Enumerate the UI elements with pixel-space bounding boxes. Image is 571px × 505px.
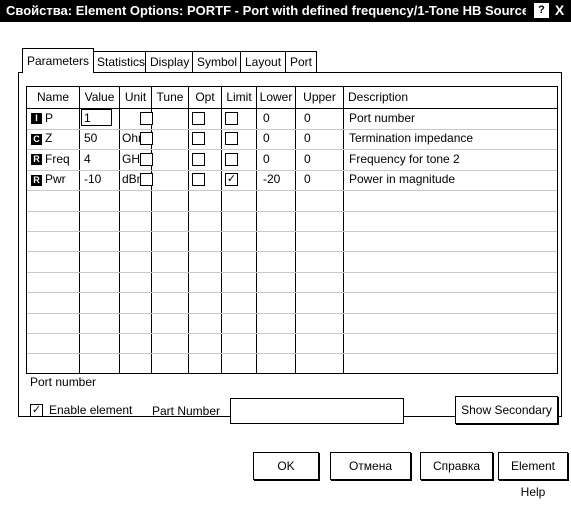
col-limit[interactable]: Limit (222, 87, 257, 108)
param-name-cell[interactable]: R Pwr (31, 169, 79, 190)
col-upper[interactable]: Upper (296, 87, 344, 108)
empty-row (27, 190, 557, 212)
table-row[interactable]: C Z 50 Ohm 0 0 Termination impedance (27, 128, 557, 151)
tab-statistics[interactable]: Statistics (92, 51, 151, 72)
param-name: Pwr (45, 172, 66, 187)
param-opt-checkbox[interactable] (192, 112, 205, 125)
param-upper[interactable]: 0 (304, 169, 343, 190)
enable-element-label: Enable element (49, 403, 133, 417)
param-limit-checkbox[interactable] (225, 112, 238, 125)
element-options-dialog: Свойства: Element Options: PORTF - Port … (0, 0, 571, 499)
param-upper[interactable]: 0 (304, 149, 343, 170)
param-lower[interactable]: 0 (263, 128, 295, 149)
tab-symbol[interactable]: Symbol (192, 51, 243, 72)
col-name[interactable]: Name (27, 87, 80, 108)
table-row[interactable]: I P 1 0 0 Port number (27, 108, 557, 130)
help-button[interactable]: Справка (420, 452, 493, 480)
param-name: Freq (45, 151, 70, 166)
param-limit-checkbox[interactable] (225, 152, 238, 166)
param-opt-checkbox[interactable] (192, 173, 205, 187)
tab-display[interactable]: Display (145, 51, 195, 72)
param-value-input[interactable]: 1 (81, 109, 112, 126)
param-type-icon: C (31, 133, 42, 145)
tab-parameters[interactable]: Parameters (22, 48, 95, 73)
param-tune-checkbox[interactable] (140, 112, 153, 125)
col-value[interactable]: Value (80, 87, 120, 108)
param-tune-checkbox[interactable] (140, 132, 153, 146)
title-bar[interactable]: Свойства: Element Options: PORTF - Port … (0, 0, 571, 22)
param-description: Termination impedance (349, 131, 474, 146)
param-name-cell[interactable]: CZ (31, 128, 79, 149)
col-opt[interactable]: Opt (189, 87, 222, 108)
part-number-label: Part Number (152, 404, 221, 418)
empty-row (27, 292, 557, 314)
tab-layout[interactable]: Layout (240, 51, 287, 72)
param-description: Port number (349, 111, 416, 125)
panel-border-right (561, 72, 562, 417)
element-help-button[interactable]: Element Help (498, 452, 568, 499)
empty-row (27, 271, 557, 294)
enable-checkbox-box[interactable]: ✓ (30, 404, 43, 418)
close-icon[interactable]: X (552, 3, 567, 18)
empty-row (27, 210, 557, 232)
param-description: Power in magnitude (349, 172, 456, 187)
empty-row (27, 332, 557, 355)
selected-parameter-description: Port number (30, 375, 97, 389)
empty-row (27, 312, 557, 334)
param-opt-checkbox[interactable] (192, 152, 205, 166)
param-upper[interactable]: 0 (304, 108, 343, 129)
empty-row (27, 251, 557, 273)
cancel-button[interactable]: Отмена (330, 452, 411, 480)
part-number-input[interactable] (230, 398, 404, 424)
panel-border-left (18, 72, 19, 417)
param-lower[interactable]: 0 (263, 149, 295, 170)
param-type-icon: I (31, 113, 42, 125)
param-name: P (45, 111, 54, 125)
param-description: Frequency for tone 2 (349, 151, 460, 166)
help-icon[interactable]: ? (534, 3, 549, 18)
param-limit-checkbox[interactable] (225, 132, 238, 146)
param-value[interactable]: 50 (84, 128, 119, 149)
table-row[interactable]: R Pwr -10 dBm ✓ -20 0 Power in magnitude (27, 169, 557, 192)
tab-divider (18, 72, 562, 73)
param-tune-checkbox[interactable] (140, 152, 153, 166)
col-description[interactable]: Description (344, 87, 557, 108)
param-type-icon: R (31, 154, 42, 166)
grid-header: Name Value Unit Tune Opt Limit Lower Upp… (27, 87, 557, 109)
col-lower[interactable]: Lower (257, 87, 296, 108)
param-upper[interactable]: 0 (304, 128, 343, 149)
show-secondary-button[interactable]: Show Secondary (455, 396, 558, 424)
param-tune-checkbox[interactable] (140, 173, 153, 187)
param-value-cell[interactable]: 1 (80, 108, 119, 129)
param-limit-checkbox[interactable]: ✓ (225, 173, 238, 187)
empty-row (27, 230, 557, 253)
window-title: Свойства: Element Options: PORTF - Port … (6, 3, 526, 18)
param-lower[interactable]: 0 (263, 108, 295, 129)
col-tune[interactable]: Tune (152, 87, 189, 108)
param-value[interactable]: -10 (84, 169, 119, 190)
param-value[interactable]: 4 (84, 149, 119, 170)
empty-row (27, 353, 557, 373)
param-opt-checkbox[interactable] (192, 132, 205, 146)
tab-port[interactable]: Port (285, 51, 318, 72)
param-name-cell[interactable]: IP (31, 108, 79, 129)
param-lower[interactable]: -20 (263, 169, 295, 190)
col-unit[interactable]: Unit (120, 87, 152, 108)
table-row[interactable]: R Freq 4 GHz 0 0 Frequency for tone 2 (27, 149, 557, 171)
param-name: Z (45, 131, 53, 146)
enable-element-checkbox[interactable]: ✓ Enable element (30, 403, 133, 418)
param-name-cell[interactable]: R Freq (31, 149, 79, 170)
ok-button[interactable]: OK (253, 452, 319, 480)
parameters-grid[interactable]: Name Value Unit Tune Opt Limit Lower Upp… (26, 86, 558, 374)
param-type-icon: R (31, 174, 42, 186)
